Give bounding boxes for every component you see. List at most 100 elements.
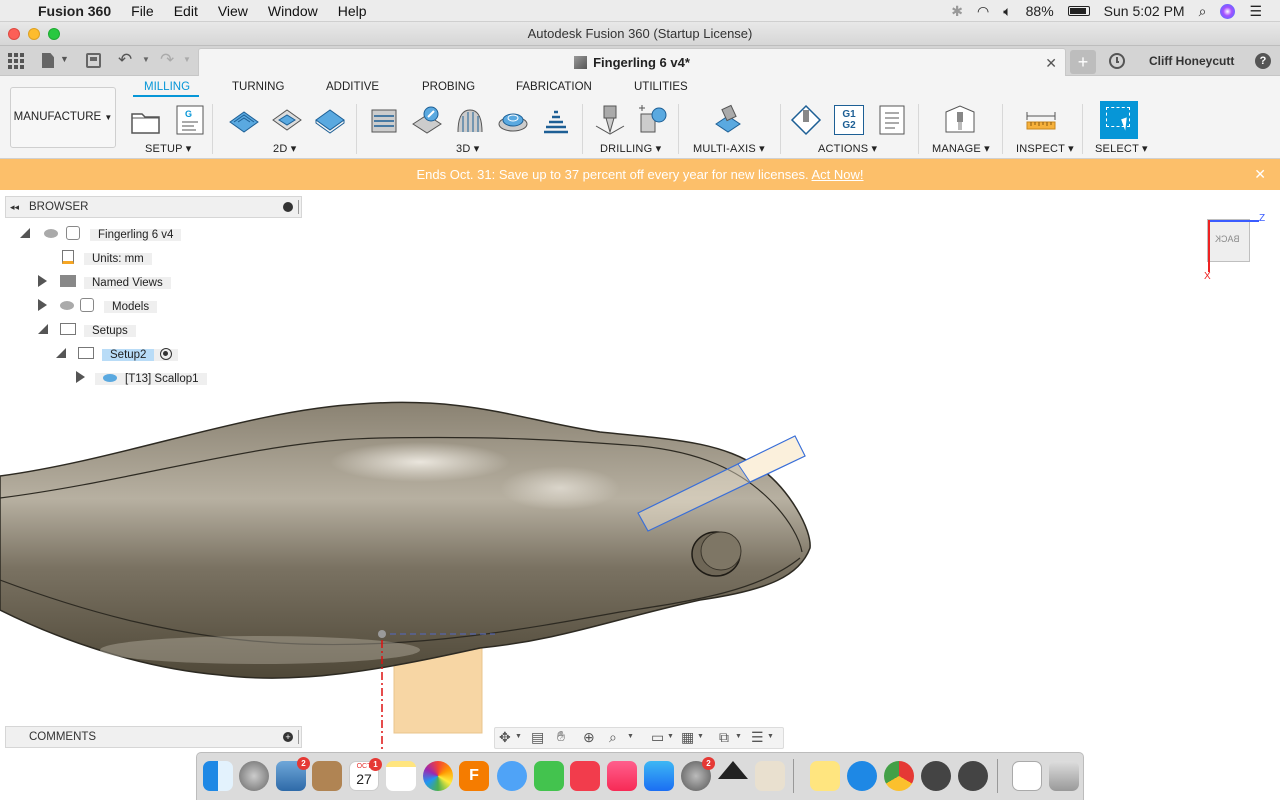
app-store-icon[interactable]	[644, 761, 674, 791]
close-tab-icon[interactable]: ✕	[1045, 49, 1057, 77]
news-icon[interactable]	[570, 761, 600, 791]
system-preferences-icon[interactable]: 2	[681, 757, 715, 791]
expand-right-icon[interactable]	[76, 371, 85, 383]
viewcube-face[interactable]: BACK	[1215, 234, 1240, 244]
redo-icon[interactable]: ↷	[160, 50, 174, 70]
orbit-icon[interactable]: ✥	[499, 729, 511, 746]
help-icon[interactable]: ?	[1255, 53, 1271, 69]
expand-triangle-icon[interactable]	[56, 348, 66, 358]
zoom-icon[interactable]: ⊕	[583, 729, 595, 746]
workspace-switcher[interactable]: MANUFACTURE ▼	[10, 87, 116, 148]
browser-panel-header[interactable]: ◂◂ BROWSER	[5, 196, 302, 218]
chevron-down-icon[interactable]: ▼	[767, 733, 774, 740]
drill-icon[interactable]	[594, 104, 626, 136]
chevron-down-icon[interactable]: ▼	[667, 733, 674, 740]
save-icon[interactable]	[86, 53, 101, 68]
environment-icon[interactable]: ☰	[751, 729, 764, 746]
named-views-label[interactable]: Named Views	[84, 277, 171, 289]
chevron-down-icon[interactable]: ▼	[627, 733, 634, 740]
display-settings-icon[interactable]: ▭	[651, 729, 664, 746]
group-3d[interactable]: 3D ▾	[456, 142, 479, 155]
tab-milling[interactable]: MILLING	[144, 81, 190, 93]
xquartz-icon-2[interactable]	[958, 761, 988, 791]
visibility-eye-icon[interactable]	[60, 301, 74, 310]
notes-folder-icon[interactable]	[312, 761, 342, 791]
3d-adaptive-icon[interactable]	[368, 104, 400, 136]
tree-units[interactable]: Units: mm	[62, 249, 152, 269]
messages-icon[interactable]	[497, 761, 527, 791]
user-account-menu[interactable]: Cliff Honeycutt	[1149, 54, 1234, 68]
launchpad-icon[interactable]	[239, 761, 269, 791]
fusion360-icon[interactable]: F	[459, 761, 489, 791]
tab-turning[interactable]: TURNING	[232, 81, 284, 93]
tree-root[interactable]: Fingerling 6 v4	[20, 225, 182, 245]
stickies-icon[interactable]	[810, 761, 840, 791]
multi-axis-icon[interactable]	[712, 104, 744, 136]
calendar-icon[interactable]: OCT 27 1	[349, 758, 382, 791]
tab-utilities[interactable]: UTILITIES	[634, 81, 688, 93]
group-actions[interactable]: ACTIONS ▾	[818, 142, 877, 155]
activate-setup-icon[interactable]	[154, 348, 179, 361]
new-tab-button[interactable]: +	[1070, 50, 1096, 74]
comments-panel[interactable]: COMMENTS +	[5, 726, 302, 748]
expand-triangle-icon[interactable]	[20, 228, 30, 238]
visibility-eye-icon[interactable]	[44, 229, 58, 238]
tab-additive[interactable]: ADDITIVE	[326, 81, 379, 93]
music-icon[interactable]	[607, 761, 637, 791]
setups-label[interactable]: Setups	[84, 325, 136, 337]
group-2d[interactable]: 2D ▾	[273, 142, 296, 155]
3d-pocket-icon[interactable]	[411, 104, 443, 136]
expand-right-icon[interactable]	[38, 275, 47, 287]
downloads-icon[interactable]	[847, 761, 877, 791]
notes-icon[interactable]	[386, 761, 416, 791]
viewcube[interactable]: BACK	[1207, 219, 1250, 262]
bluetooth-icon[interactable]: ✱	[951, 3, 963, 20]
chevron-down-icon[interactable]: ▼	[60, 54, 69, 64]
minimize-window-button[interactable]	[28, 28, 40, 40]
model-viewport[interactable]	[0, 190, 1280, 752]
2d-pocket-icon[interactable]	[271, 104, 303, 136]
2d-adaptive-icon[interactable]	[228, 104, 260, 136]
look-at-icon[interactable]: ▤	[531, 729, 544, 746]
redo-dropdown-icon[interactable]: ▼	[183, 55, 191, 64]
chevron-down-icon[interactable]: ▼	[735, 733, 742, 740]
tab-probing[interactable]: PROBING	[422, 81, 475, 93]
zoom-window-button[interactable]	[48, 28, 60, 40]
battery-percent[interactable]: 88%	[1026, 3, 1054, 19]
menu-view[interactable]: View	[218, 3, 248, 19]
tree-scallop-op[interactable]: [T13] Scallop1	[76, 369, 207, 389]
undo-dropdown-icon[interactable]: ▼	[142, 55, 150, 64]
scallop-icon[interactable]	[497, 104, 529, 136]
undo-icon[interactable]: ↶	[118, 50, 132, 70]
siri-icon[interactable]	[1220, 3, 1236, 19]
app-icon[interactable]	[755, 761, 785, 791]
tool-library-icon[interactable]	[944, 104, 976, 136]
group-select[interactable]: SELECT ▾	[1095, 142, 1148, 155]
volume-icon[interactable]: 🔈︎	[1003, 3, 1011, 20]
grid-icon[interactable]: ▦	[681, 729, 694, 746]
expand-right-icon[interactable]	[38, 299, 47, 311]
add-comment-icon[interactable]: +	[283, 732, 293, 742]
group-inspect[interactable]: INSPECT ▾	[1016, 142, 1074, 155]
measure-icon[interactable]	[1025, 104, 1057, 136]
tree-named-views[interactable]: Named Views	[38, 273, 171, 293]
facetime-icon[interactable]	[534, 761, 564, 791]
menu-help[interactable]: Help	[338, 3, 367, 19]
scallop-op-row[interactable]: [T13] Scallop1	[95, 373, 207, 385]
tree-setups[interactable]: Setups	[38, 321, 136, 341]
file-menu-icon[interactable]	[42, 53, 54, 68]
chevron-down-icon[interactable]: ▼	[697, 733, 704, 740]
origin-point[interactable]	[378, 630, 386, 638]
menu-file[interactable]: File	[131, 3, 154, 19]
units-label[interactable]: Units: mm	[84, 253, 152, 265]
face-icon[interactable]	[314, 104, 346, 136]
menu-window[interactable]: Window	[268, 3, 318, 19]
minimize-panel-icon[interactable]	[283, 202, 293, 212]
chrome-icon[interactable]	[884, 761, 914, 791]
tab-fabrication[interactable]: FABRICATION	[516, 81, 592, 93]
tree-models[interactable]: Models	[38, 297, 158, 317]
wifi-icon[interactable]: ◠	[977, 3, 989, 20]
setup-sheet-icon[interactable]: G	[174, 104, 206, 136]
menu-edit[interactable]: Edit	[174, 3, 198, 19]
app-grid-icon[interactable]	[8, 53, 24, 69]
